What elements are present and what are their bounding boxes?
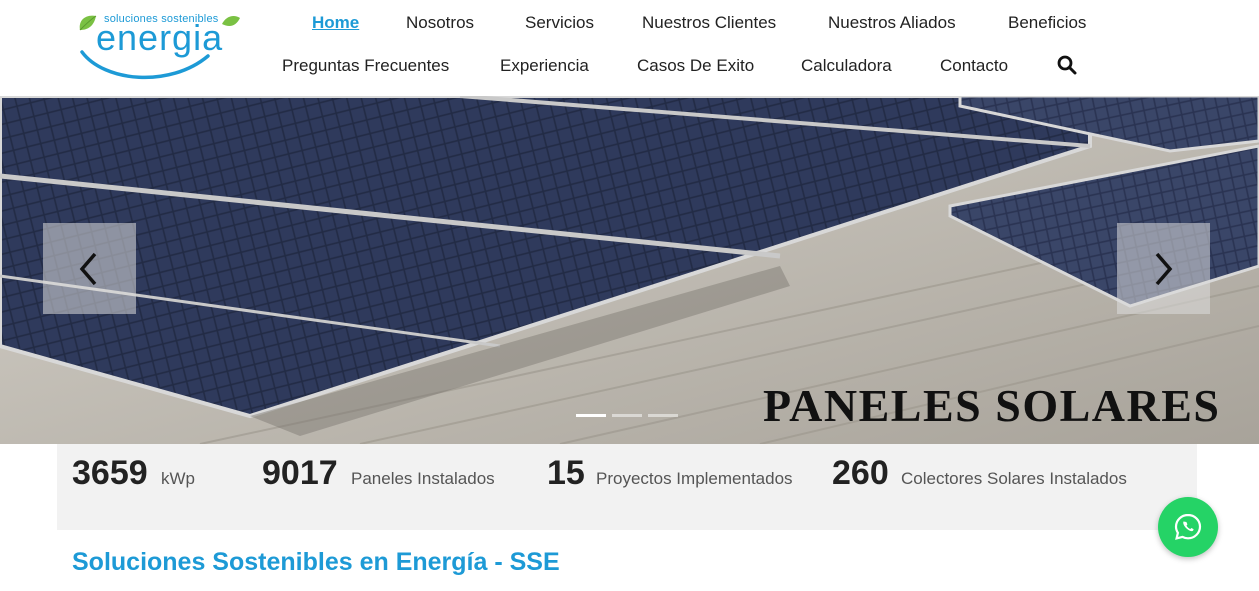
nav-contacto[interactable]: Contacto (940, 56, 1008, 76)
stats-bar: 3659 kWp 9017 Paneles Instalados 15 Proy… (57, 444, 1197, 530)
nav-nuestros-clientes[interactable]: Nuestros Clientes (642, 13, 776, 33)
stat-colectores-label: Colectores Solares Instalados (901, 469, 1127, 488)
whatsapp-icon (1174, 513, 1202, 540)
stat-kwp-label: kWp (161, 469, 195, 488)
hero-caption: PANELES SOLARES (763, 380, 1221, 431)
nav-nuestros-aliados[interactable]: Nuestros Aliados (828, 13, 956, 33)
stat-paneles-label: Paneles Instalados (351, 469, 495, 488)
nav-servicios[interactable]: Servicios (525, 13, 594, 33)
site-logo[interactable]: soluciones sostenibles energia (74, 8, 244, 84)
stat-proyectos-number: 15 (547, 454, 585, 492)
chevron-right-icon (1155, 252, 1173, 286)
carousel-indicator-3[interactable] (648, 414, 678, 417)
carousel-next-button[interactable] (1117, 223, 1210, 314)
nav-casos-de-exito[interactable]: Casos De Exito (637, 56, 754, 76)
nav-calculadora[interactable]: Calculadora (801, 56, 892, 76)
carousel-indicator-1[interactable] (576, 414, 606, 417)
stat-paneles-number: 9017 (262, 454, 338, 492)
nav-beneficios[interactable]: Beneficios (1008, 13, 1086, 33)
stat-kwp-number: 3659 (72, 454, 148, 492)
chevron-left-icon (79, 252, 97, 286)
stat-proyectos-label: Proyectos Implementados (596, 469, 793, 488)
carousel-indicator-2[interactable] (612, 414, 642, 417)
site-header: soluciones sostenibles energia Home Noso… (0, 0, 1259, 96)
nav-preguntas-frecuentes[interactable]: Preguntas Frecuentes (282, 56, 449, 76)
search-icon[interactable] (1057, 55, 1077, 75)
nav-home[interactable]: Home (312, 13, 359, 33)
logo-name: energia (96, 17, 224, 58)
hero-carousel: PANELES SOLARES (0, 96, 1259, 444)
carousel-prev-button[interactable] (43, 223, 136, 314)
nav-experiencia[interactable]: Experiencia (500, 56, 589, 76)
stat-colectores-number: 260 (832, 454, 889, 492)
section-title: Soluciones Sostenibles en Energía - SSE (72, 548, 560, 576)
whatsapp-button[interactable] (1158, 497, 1218, 557)
nav-nosotros[interactable]: Nosotros (406, 13, 474, 33)
